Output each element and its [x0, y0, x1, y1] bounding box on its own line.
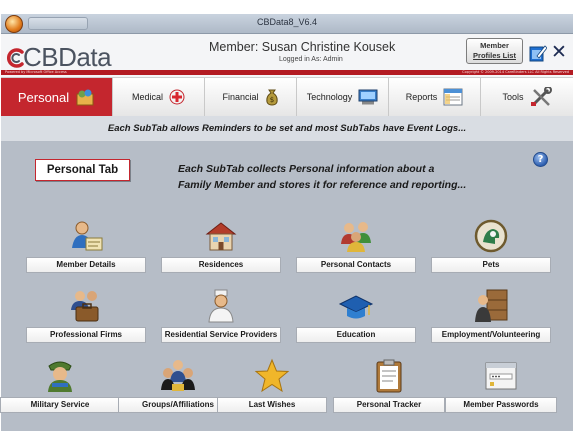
- header-red-stripe: Powered by Microsoft Office Access Copyr…: [1, 70, 573, 75]
- personal-panel: Personal Tab Each SubTab collects Person…: [0, 142, 573, 431]
- member-name: Member: Susan Christine Kousek: [209, 40, 396, 54]
- graduation-cap-icon: [338, 295, 374, 319]
- tab-tools[interactable]: Tools: [481, 78, 573, 116]
- personal-icon: [76, 89, 94, 106]
- tab-medical[interactable]: Medical: [113, 78, 205, 116]
- subtab-professional-firms[interactable]: Professional Firms: [26, 288, 146, 348]
- tab-financial[interactable]: Financial $: [205, 78, 297, 116]
- subtab-member-passwords[interactable]: Member Passwords: [445, 358, 557, 418]
- report-sheet-icon: [443, 88, 463, 106]
- pets-icon: [474, 219, 508, 253]
- window-title-bar: CBData8_V6.4: [1, 14, 573, 34]
- member-passwords-button[interactable]: Member Passwords: [445, 397, 557, 413]
- window-title: CBData8_V6.4: [256, 17, 318, 27]
- subtab-pets[interactable]: Pets: [431, 218, 551, 278]
- tab-reports[interactable]: Reports: [389, 78, 481, 116]
- close-icon[interactable]: ✕: [551, 42, 569, 62]
- group-icon: [161, 360, 195, 391]
- personal-tab-label: Personal Tab: [35, 159, 130, 181]
- subtab-personal-tracker[interactable]: Personal Tracker: [333, 358, 445, 418]
- personal-tab-description: Each SubTab collects Personal informatio…: [178, 161, 508, 193]
- tab-reports-label: Reports: [405, 92, 438, 102]
- residences-button[interactable]: Residences: [161, 257, 281, 273]
- svg-text:$: $: [269, 96, 273, 104]
- help-icon[interactable]: ?: [533, 152, 548, 167]
- office-worker-icon: [475, 289, 508, 322]
- app-logo: CBData: [6, 42, 112, 73]
- briefcase-icon: [71, 291, 99, 322]
- pets-button[interactable]: Pets: [431, 257, 551, 273]
- military-icon: [48, 361, 72, 392]
- tab-personal[interactable]: Personal: [1, 78, 113, 116]
- tab-personal-label: Personal: [17, 89, 70, 105]
- star-icon: [254, 358, 290, 393]
- military-service-button[interactable]: Military Service: [0, 397, 120, 413]
- member-details-icon: [72, 221, 103, 251]
- app-logo-text: CBData: [23, 42, 112, 72]
- description-line-1: Each SubTab collects Personal informatio…: [178, 163, 435, 175]
- subtab-education[interactable]: Education: [296, 288, 416, 348]
- tab-technology-label: Technology: [306, 92, 353, 102]
- logo-c-icon: [6, 48, 24, 68]
- copyright-text: Copyright © 2009-2014 CareBinders LLC Al…: [462, 70, 569, 74]
- last-wishes-button[interactable]: Last Wishes: [217, 397, 327, 413]
- clipboard-icon: [376, 359, 402, 393]
- member-details-button[interactable]: Member Details: [26, 257, 146, 273]
- description-line-2: Family Member and stores it for referenc…: [178, 179, 467, 191]
- medical-cross-icon: [169, 89, 185, 105]
- tab-medical-label: Medical: [131, 92, 163, 102]
- powered-by-text: Powered by Microsoft Office Access: [5, 70, 67, 74]
- subtab-member-details[interactable]: Member Details: [26, 218, 146, 278]
- subtab-last-wishes[interactable]: Last Wishes: [217, 358, 327, 418]
- tab-financial-label: Financial: [222, 92, 259, 102]
- member-profiles-label-2: Profiles List: [473, 51, 516, 60]
- tools-icon: [530, 87, 552, 107]
- main-tabs: Personal Medical Financial $ Technology: [1, 78, 573, 116]
- residential-service-providers-button[interactable]: Residential Service Providers: [161, 327, 281, 343]
- password-window-icon: [485, 362, 517, 390]
- edit-icon[interactable]: [529, 44, 547, 62]
- member-profiles-list-button[interactable]: Member Profiles List: [466, 38, 523, 64]
- house-icon: [205, 222, 237, 251]
- subtab-personal-contacts[interactable]: Personal Contacts: [296, 218, 416, 278]
- tab-technology[interactable]: Technology: [297, 78, 389, 116]
- education-button[interactable]: Education: [296, 327, 416, 343]
- professional-firms-button[interactable]: Professional Firms: [26, 327, 146, 343]
- money-bag-icon: $: [265, 89, 278, 106]
- contacts-icon: [341, 222, 371, 252]
- subtab-residences[interactable]: Residences: [161, 218, 281, 278]
- personal-contacts-button[interactable]: Personal Contacts: [296, 257, 416, 273]
- computer-icon: [358, 89, 378, 105]
- personal-tracker-button[interactable]: Personal Tracker: [333, 397, 445, 413]
- service-person-icon: [208, 289, 234, 323]
- app-window: CBData8_V6.4 CBData Member: Susan Christ…: [0, 0, 573, 431]
- employment-volunteering-button[interactable]: Employment/Volunteering: [431, 327, 551, 343]
- app-header: CBData Member: Susan Christine Kousek Lo…: [1, 34, 573, 78]
- logged-in-as: Logged in As: Admin: [279, 56, 343, 63]
- subtab-residential-service-providers[interactable]: Residential Service Providers: [161, 288, 281, 348]
- member-profiles-label-1: Member: [480, 41, 509, 50]
- subtab-employment-volunteering[interactable]: Employment/Volunteering: [431, 288, 551, 348]
- tab-tools-label: Tools: [502, 92, 524, 102]
- subtab-info-bar: Each SubTab allows Reminders to be set a…: [1, 116, 573, 142]
- subtab-military-service[interactable]: Military Service: [0, 358, 120, 418]
